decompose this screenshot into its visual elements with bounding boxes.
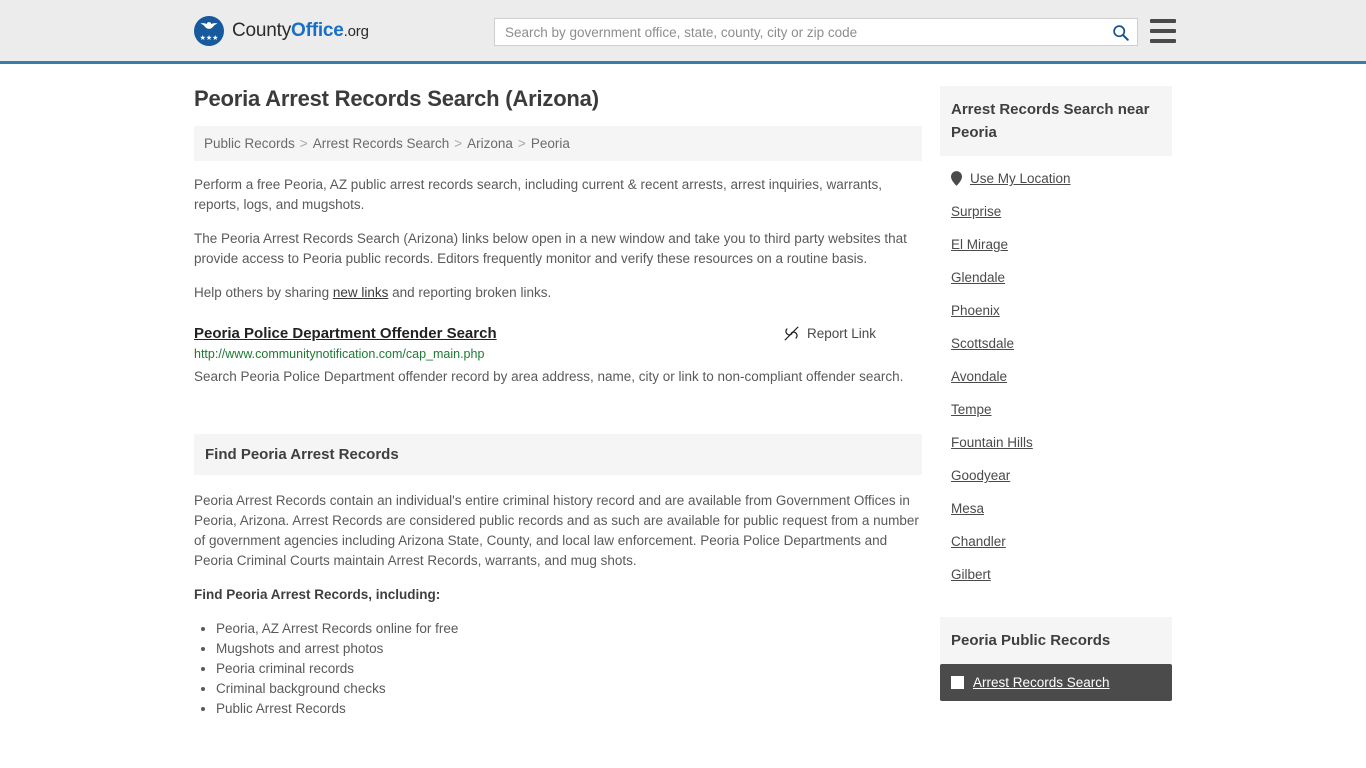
sidebar-link-label[interactable]: Glendale bbox=[951, 270, 1005, 285]
find-records-section: Find Peoria Arrest Records Peoria Arrest… bbox=[194, 434, 922, 719]
broken-link-icon bbox=[784, 326, 799, 341]
search-bar[interactable] bbox=[494, 18, 1138, 46]
hamburger-bar-3 bbox=[1150, 39, 1176, 43]
hamburger-bar-2 bbox=[1150, 29, 1176, 33]
section-heading: Find Peoria Arrest Records bbox=[194, 434, 922, 475]
site-logo-link[interactable]: ★★★ CountyOffice.org bbox=[194, 15, 369, 46]
brand-org: .org bbox=[343, 22, 369, 40]
report-link-button[interactable]: Report Link bbox=[783, 325, 922, 342]
sidebar-link-label[interactable]: Scottsdale bbox=[951, 336, 1014, 351]
search-icon bbox=[1112, 24, 1129, 41]
report-link-label: Report Link bbox=[806, 326, 876, 341]
sidebar-item-surprise[interactable]: Surprise bbox=[940, 195, 1172, 228]
sidebar-item-arrest-records-search[interactable]: Arrest Records Search bbox=[940, 664, 1172, 701]
breadcrumb-item-arrest-records-search[interactable]: Arrest Records Search bbox=[313, 136, 450, 151]
breadcrumb-separator: > bbox=[454, 136, 463, 151]
sidebar-link-label[interactable]: Mesa bbox=[951, 501, 984, 516]
share-suffix: and reporting broken links. bbox=[388, 285, 552, 300]
result-header: Peoria Police Department Offender Search… bbox=[194, 325, 922, 342]
sidebar-item-glendale[interactable]: Glendale bbox=[940, 261, 1172, 294]
section-paragraph: Peoria Arrest Records contain an individ… bbox=[194, 493, 919, 568]
list-item: Peoria, AZ Arrest Records online for fre… bbox=[216, 619, 922, 639]
sidebar-item-avondale[interactable]: Avondale bbox=[940, 360, 1172, 393]
intro-paragraph: Perform a free Peoria, AZ public arrest … bbox=[194, 177, 883, 212]
public-records-panel: Peoria Public Records Arrest Records Sea… bbox=[940, 617, 1172, 701]
result-item: Peoria Police Department Offender Search… bbox=[194, 325, 922, 388]
content-container: Peoria Arrest Records Search (Arizona) P… bbox=[194, 64, 1184, 727]
sidebar-item-gilbert[interactable]: Gilbert bbox=[940, 558, 1172, 591]
stars-icon: ★★★ bbox=[199, 34, 219, 42]
list-item: Peoria criminal records bbox=[216, 659, 922, 679]
search-button[interactable] bbox=[1103, 19, 1137, 45]
sidebar-item-use-my-location[interactable]: Use My Location bbox=[940, 162, 1172, 195]
sidebar-link-label[interactable]: Use My Location bbox=[970, 171, 1071, 186]
sidebar-item-tempe[interactable]: Tempe bbox=[940, 393, 1172, 426]
sidebar: Arrest Records Search near Peoria Use My… bbox=[940, 86, 1172, 727]
sidebar-item-phoenix[interactable]: Phoenix bbox=[940, 294, 1172, 327]
sidebar-item-el-mirage[interactable]: El Mirage bbox=[940, 228, 1172, 261]
sidebar-link-label[interactable]: Tempe bbox=[951, 402, 992, 417]
main-column: Peoria Arrest Records Search (Arizona) P… bbox=[194, 86, 922, 727]
map-pin-icon bbox=[951, 171, 962, 186]
brand-wordmark: CountyOffice.org bbox=[232, 20, 369, 42]
site-header: ★★★ CountyOffice.org bbox=[0, 0, 1366, 64]
breadcrumb-separator: > bbox=[517, 136, 526, 151]
nearby-searches-list: Use My Location Surprise El Mirage Glend… bbox=[940, 156, 1172, 591]
nearby-searches-heading: Arrest Records Search near Peoria bbox=[940, 86, 1172, 156]
sidebar-link-label[interactable]: Chandler bbox=[951, 534, 1006, 549]
page-body: Peoria Arrest Records Search (Arizona) P… bbox=[0, 64, 1366, 727]
section-body: Peoria Arrest Records contain an individ… bbox=[194, 475, 922, 719]
sidebar-link-label[interactable]: Avondale bbox=[951, 369, 1007, 384]
new-links-link[interactable]: new links bbox=[333, 285, 389, 300]
list-item: Criminal background checks bbox=[216, 679, 922, 699]
sidebar-link-label[interactable]: Fountain Hills bbox=[951, 435, 1033, 450]
eagle-stars-seal-icon: ★★★ bbox=[194, 15, 224, 46]
nearby-searches-panel: Arrest Records Search near Peoria Use My… bbox=[940, 86, 1172, 591]
breadcrumb-item-public-records[interactable]: Public Records bbox=[204, 136, 295, 151]
search-input[interactable] bbox=[495, 24, 1103, 40]
breadcrumb: Public Records > Arrest Records Search > Ari… bbox=[194, 126, 922, 161]
sidebar-item-mesa[interactable]: Mesa bbox=[940, 492, 1172, 525]
description-paragraph: The Peoria Arrest Records Search (Arizon… bbox=[194, 231, 907, 266]
sidebar-link-label[interactable]: El Mirage bbox=[951, 237, 1008, 252]
sidebar-item-scottsdale[interactable]: Scottsdale bbox=[940, 327, 1172, 360]
public-records-heading: Peoria Public Records bbox=[940, 617, 1172, 664]
sidebar-item-goodyear[interactable]: Goodyear bbox=[940, 459, 1172, 492]
result-url: http://www.communitynotification.com/cap… bbox=[194, 347, 485, 361]
brand-county: County bbox=[232, 19, 292, 41]
section-list-lead: Find Peoria Arrest Records, including: bbox=[194, 587, 441, 602]
hamburger-menu-icon[interactable] bbox=[1150, 19, 1176, 43]
square-document-icon bbox=[951, 676, 964, 689]
share-paragraph: Help others by sharing new links and rep… bbox=[194, 283, 922, 303]
eagle-icon bbox=[200, 21, 218, 29]
list-item: Public Arrest Records bbox=[216, 699, 922, 719]
breadcrumb-separator: > bbox=[299, 136, 308, 151]
result-title-link[interactable]: Peoria Police Department Offender Search bbox=[194, 325, 497, 342]
sidebar-link-label[interactable]: Surprise bbox=[951, 204, 1001, 219]
sidebar-link-label[interactable]: Goodyear bbox=[951, 468, 1010, 483]
sidebar-link-label[interactable]: Gilbert bbox=[951, 567, 991, 582]
sidebar-item-chandler[interactable]: Chandler bbox=[940, 525, 1172, 558]
section-bullet-list: Peoria, AZ Arrest Records online for fre… bbox=[194, 619, 922, 719]
sidebar-link-label[interactable]: Arrest Records Search bbox=[973, 675, 1110, 690]
page-title: Peoria Arrest Records Search (Arizona) bbox=[194, 86, 599, 111]
public-records-list: Arrest Records Search bbox=[940, 664, 1172, 701]
result-description: Search Peoria Police Department offender… bbox=[194, 369, 904, 384]
breadcrumb-item-arizona[interactable]: Arizona bbox=[467, 136, 513, 151]
share-prefix: Help others by sharing bbox=[194, 285, 333, 300]
brand-office: Office bbox=[291, 19, 344, 41]
sidebar-link-label[interactable]: Phoenix bbox=[951, 303, 1000, 318]
list-item: Mugshots and arrest photos bbox=[216, 639, 922, 659]
breadcrumb-item-peoria[interactable]: Peoria bbox=[531, 136, 570, 151]
hamburger-bar-1 bbox=[1150, 19, 1176, 23]
sidebar-item-fountain-hills[interactable]: Fountain Hills bbox=[940, 426, 1172, 459]
